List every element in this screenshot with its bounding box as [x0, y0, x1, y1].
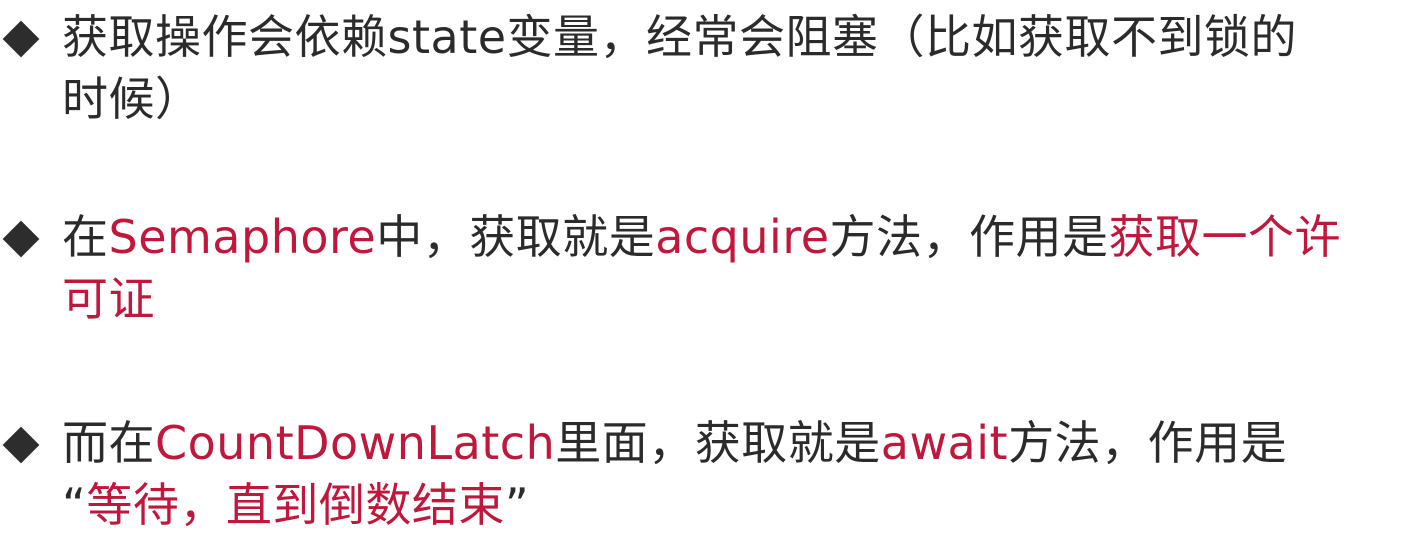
highlight-await: await: [880, 416, 1009, 470]
text-segment: 而在: [62, 416, 155, 470]
diamond-bullet-icon: [2, 220, 40, 258]
highlight-wait-until-done: 等待，直到倒数结束: [86, 478, 505, 532]
bullet-text: 获取操作会依赖state变量，经常会阻塞（比如获取不到锁的 时候）: [62, 6, 1412, 130]
slide: 获取操作会依赖state变量，经常会阻塞（比如获取不到锁的 时候） 在Semaph…: [0, 0, 1415, 538]
highlight-countdownlatch: CountDownLatch: [155, 416, 556, 470]
text-line-1: 获取操作会依赖state变量，经常会阻塞（比如获取不到锁的: [62, 10, 1298, 64]
bullet-text: 在Semaphore中，获取就是acquire方法，作用是获取一个许可证: [62, 206, 1412, 330]
bullet-text: 而在CountDownLatch里面，获取就是await方法，作用是 “等待，直到…: [62, 412, 1412, 536]
diamond-bullet-icon: [2, 20, 40, 58]
text-line-2: 时候）: [62, 72, 202, 126]
quote-open: “: [62, 478, 87, 532]
highlight-get-permit-cont: 可证: [62, 272, 155, 326]
text-segment: 在: [62, 210, 109, 264]
text-segment: 方法，作用是: [829, 210, 1109, 264]
highlight-semaphore: Semaphore: [108, 210, 377, 264]
text-segment: 中，获取就是: [376, 210, 656, 264]
highlight-get-permit: 获取一个许: [1108, 210, 1342, 264]
text-segment: 方法，作用是: [1008, 416, 1288, 470]
diamond-bullet-icon: [2, 426, 40, 464]
text-segment: 里面，获取就是: [555, 416, 881, 470]
highlight-acquire: acquire: [655, 210, 830, 264]
quote-close: ”: [504, 478, 530, 532]
